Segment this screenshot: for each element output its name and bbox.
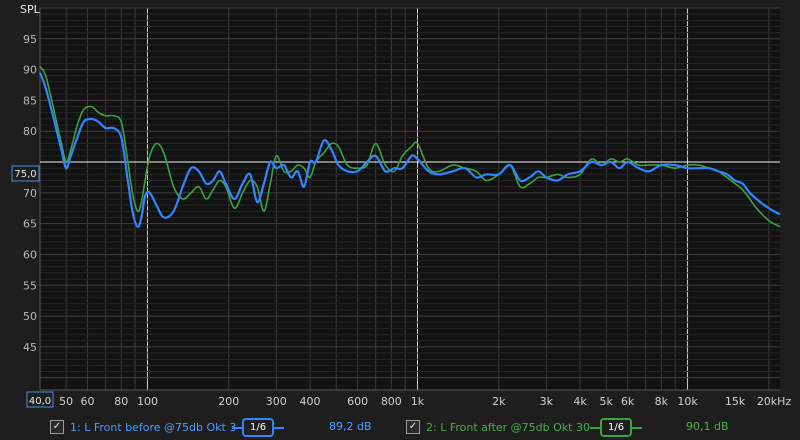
x-tick-label: 60 — [81, 395, 95, 408]
x-tick-label: 2k — [492, 395, 506, 408]
x-axis-labels: 50 60 80 100 200 300 400 600 800 1k 2k 3k 4k 5k 6k 8k 10… — [59, 395, 791, 408]
x-tick-label: 10k — [677, 395, 698, 408]
x-tick-label: 4k — [573, 395, 587, 408]
y-axis-labels: 45 50 55 60 65 70 80 85 90 95 — [23, 33, 37, 354]
series-1-checkbox[interactable]: ✓ — [50, 420, 64, 434]
series-2-smoothing[interactable]: 1/6 — [590, 418, 643, 437]
cursor-level-box[interactable]: 75,0 — [11, 165, 40, 182]
series-2-level: 90,1 dB — [686, 420, 729, 433]
frequency-response-chart[interactable]: 45 50 55 60 65 70 80 85 90 95 50 60 80 100 200 300 400 6… — [0, 0, 800, 416]
cursor-level-value: 75,0 — [14, 169, 36, 180]
legend-item-1[interactable]: ✓ 1: L Front before @75db Okt 3 — [50, 420, 236, 434]
y-tick-label: 60 — [23, 248, 37, 261]
series-2-label: 2: L Front after @75db Okt 30 — [426, 420, 590, 434]
y-tick-label: 70 — [23, 187, 37, 200]
y-tick-label: 65 — [23, 218, 37, 231]
x-tick-label: 6k — [621, 395, 635, 408]
x-start-box[interactable]: 40,0 — [26, 391, 54, 408]
y-tick-label: 45 — [23, 341, 37, 354]
y-tick-label: 90 — [23, 64, 37, 77]
x-tick-label: 80 — [114, 395, 128, 408]
y-tick-label: 85 — [23, 94, 37, 107]
x-tick-label: 100 — [137, 395, 158, 408]
y-tick-label: 55 — [23, 279, 37, 292]
x-start-value: 40,0 — [29, 396, 51, 407]
series-1-smoothing-value: 1/6 — [242, 418, 275, 437]
x-tick-label: 400 — [300, 395, 321, 408]
x-tick-label: 50 — [59, 395, 73, 408]
x-tick-label: 300 — [266, 395, 287, 408]
x-tick-label: 20kHz — [757, 395, 792, 408]
x-tick-label: 15k — [725, 395, 746, 408]
series-1-label: 1: L Front before @75db Okt 3 — [70, 420, 237, 434]
legend-item-2[interactable]: ✓ 2: L Front after @75db Okt 30 — [406, 420, 590, 434]
legend: ✓ 1: L Front before @75db Okt 3 1/6 89,2… — [0, 416, 800, 440]
series-2-smoothing-value: 1/6 — [600, 418, 633, 437]
x-tick-label: 3k — [540, 395, 554, 408]
x-tick-label: 8k — [655, 395, 669, 408]
x-tick-label: 1k — [411, 395, 425, 408]
series-1-level: 89,2 dB — [329, 420, 372, 433]
y-tick-label: 50 — [23, 310, 37, 323]
series-1-smoothing[interactable]: 1/6 — [232, 418, 285, 437]
y-tick-label: 95 — [23, 33, 37, 46]
series-2-checkbox[interactable]: ✓ — [406, 420, 420, 434]
x-tick-label: 800 — [381, 395, 402, 408]
x-tick-label: 200 — [218, 395, 239, 408]
x-tick-label: 600 — [347, 395, 368, 408]
y-tick-label: 80 — [23, 125, 37, 138]
x-tick-label: 5k — [600, 395, 614, 408]
y-axis-title: SPL — [20, 3, 41, 16]
